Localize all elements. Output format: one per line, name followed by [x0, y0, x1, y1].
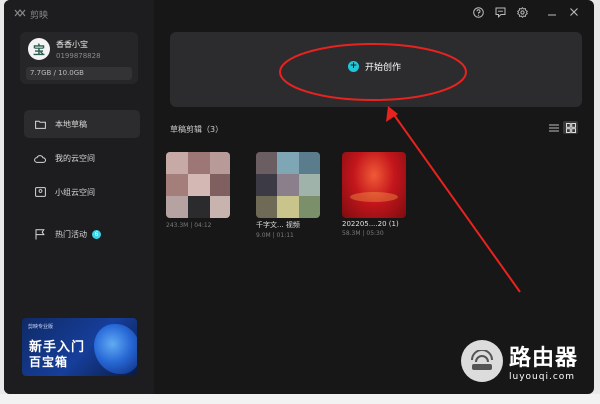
banner-3d-logo — [94, 324, 137, 374]
start-create-label: 开始创作 — [365, 63, 402, 73]
draft-card[interactable]: 243.3M | 04:12 — [166, 152, 230, 229]
view-toggle — [546, 121, 578, 134]
beginner-banner[interactable]: 剪映专业版 新手入门 百宝箱 — [22, 318, 137, 376]
cloud-icon — [34, 152, 46, 164]
watermark-title: 路由器 — [509, 346, 579, 371]
group-icon — [34, 186, 46, 198]
sidebar-item-label: 小组云空间 — [55, 187, 95, 197]
settings-icon[interactable] — [516, 6, 528, 18]
storage-usage: 7.7GB / 10.0GB — [26, 67, 132, 80]
help-icon[interactable] — [472, 6, 484, 18]
background-strip — [0, 394, 600, 404]
draft-title: 202205....20 (1) — [342, 220, 399, 228]
sidebar-item-hot-events[interactable]: 热门活动 6 — [24, 220, 140, 248]
draft-title: 千字文... 视频 — [256, 221, 300, 229]
minimize-icon[interactable] — [546, 6, 558, 18]
watermark: 路由器 luyouqi.com — [461, 340, 578, 382]
username: 香香小宝 — [56, 40, 88, 49]
user-id: 0199878828 — [56, 52, 101, 60]
start-create-button[interactable]: + 开始创作 — [348, 60, 401, 73]
watermark-url: luyouqi.com — [509, 372, 576, 382]
flag-icon — [34, 228, 46, 240]
notification-badge: 6 — [92, 229, 101, 239]
sidebar-item-local-drafts[interactable]: 本地草稿 — [24, 110, 140, 138]
draft-card[interactable]: 千字文... 视频 9.0M | 01:11 — [256, 152, 320, 239]
avatar[interactable]: 宝 — [28, 38, 50, 60]
draft-thumbnail[interactable] — [166, 152, 230, 218]
router-logo-icon — [461, 340, 503, 382]
drafts-section-title: 草稿剪辑（3） — [170, 125, 224, 134]
list-view-icon[interactable] — [546, 121, 561, 134]
folder-icon — [34, 118, 46, 130]
window-controls — [472, 6, 580, 18]
banner-small-text: 剪映专业版 — [28, 324, 54, 330]
draft-thumbnail[interactable] — [342, 152, 406, 218]
sidebar-item-label: 本地草稿 — [55, 119, 87, 129]
sidebar: 剪映 宝 香香小宝 0199878828 7.7GB / 10.0GB 本地草稿… — [4, 0, 154, 394]
create-panel[interactable]: + 开始创作 — [170, 32, 582, 107]
draft-card[interactable]: 202205....20 (1) 58.3M | 05:30 — [342, 152, 406, 237]
draft-meta: 243.3M | 04:12 — [166, 222, 212, 229]
close-icon[interactable] — [568, 6, 580, 18]
grid-view-icon[interactable] — [563, 121, 578, 134]
sidebar-item-label: 热门活动 — [55, 229, 87, 239]
sidebar-item-label: 我的云空间 — [55, 153, 95, 163]
app-logo-icon — [14, 9, 26, 20]
app-window: 剪映 宝 香香小宝 0199878828 7.7GB / 10.0GB 本地草稿… — [4, 0, 594, 394]
app-name: 剪映 — [30, 11, 49, 21]
draft-thumbnail[interactable] — [256, 152, 320, 218]
plus-icon: + — [348, 61, 359, 72]
sidebar-item-group-cloud[interactable]: 小组云空间 — [24, 178, 140, 206]
banner-title-line2: 百宝箱 — [29, 355, 69, 369]
profile-card[interactable]: 宝 香香小宝 0199878828 7.7GB / 10.0GB — [20, 32, 138, 84]
draft-meta: 58.3M | 05:30 — [342, 230, 384, 237]
draft-meta: 9.0M | 01:11 — [256, 232, 294, 239]
sidebar-item-my-cloud[interactable]: 我的云空间 — [24, 144, 140, 172]
app-logo: 剪映 — [14, 8, 48, 21]
feedback-icon[interactable] — [494, 6, 506, 18]
